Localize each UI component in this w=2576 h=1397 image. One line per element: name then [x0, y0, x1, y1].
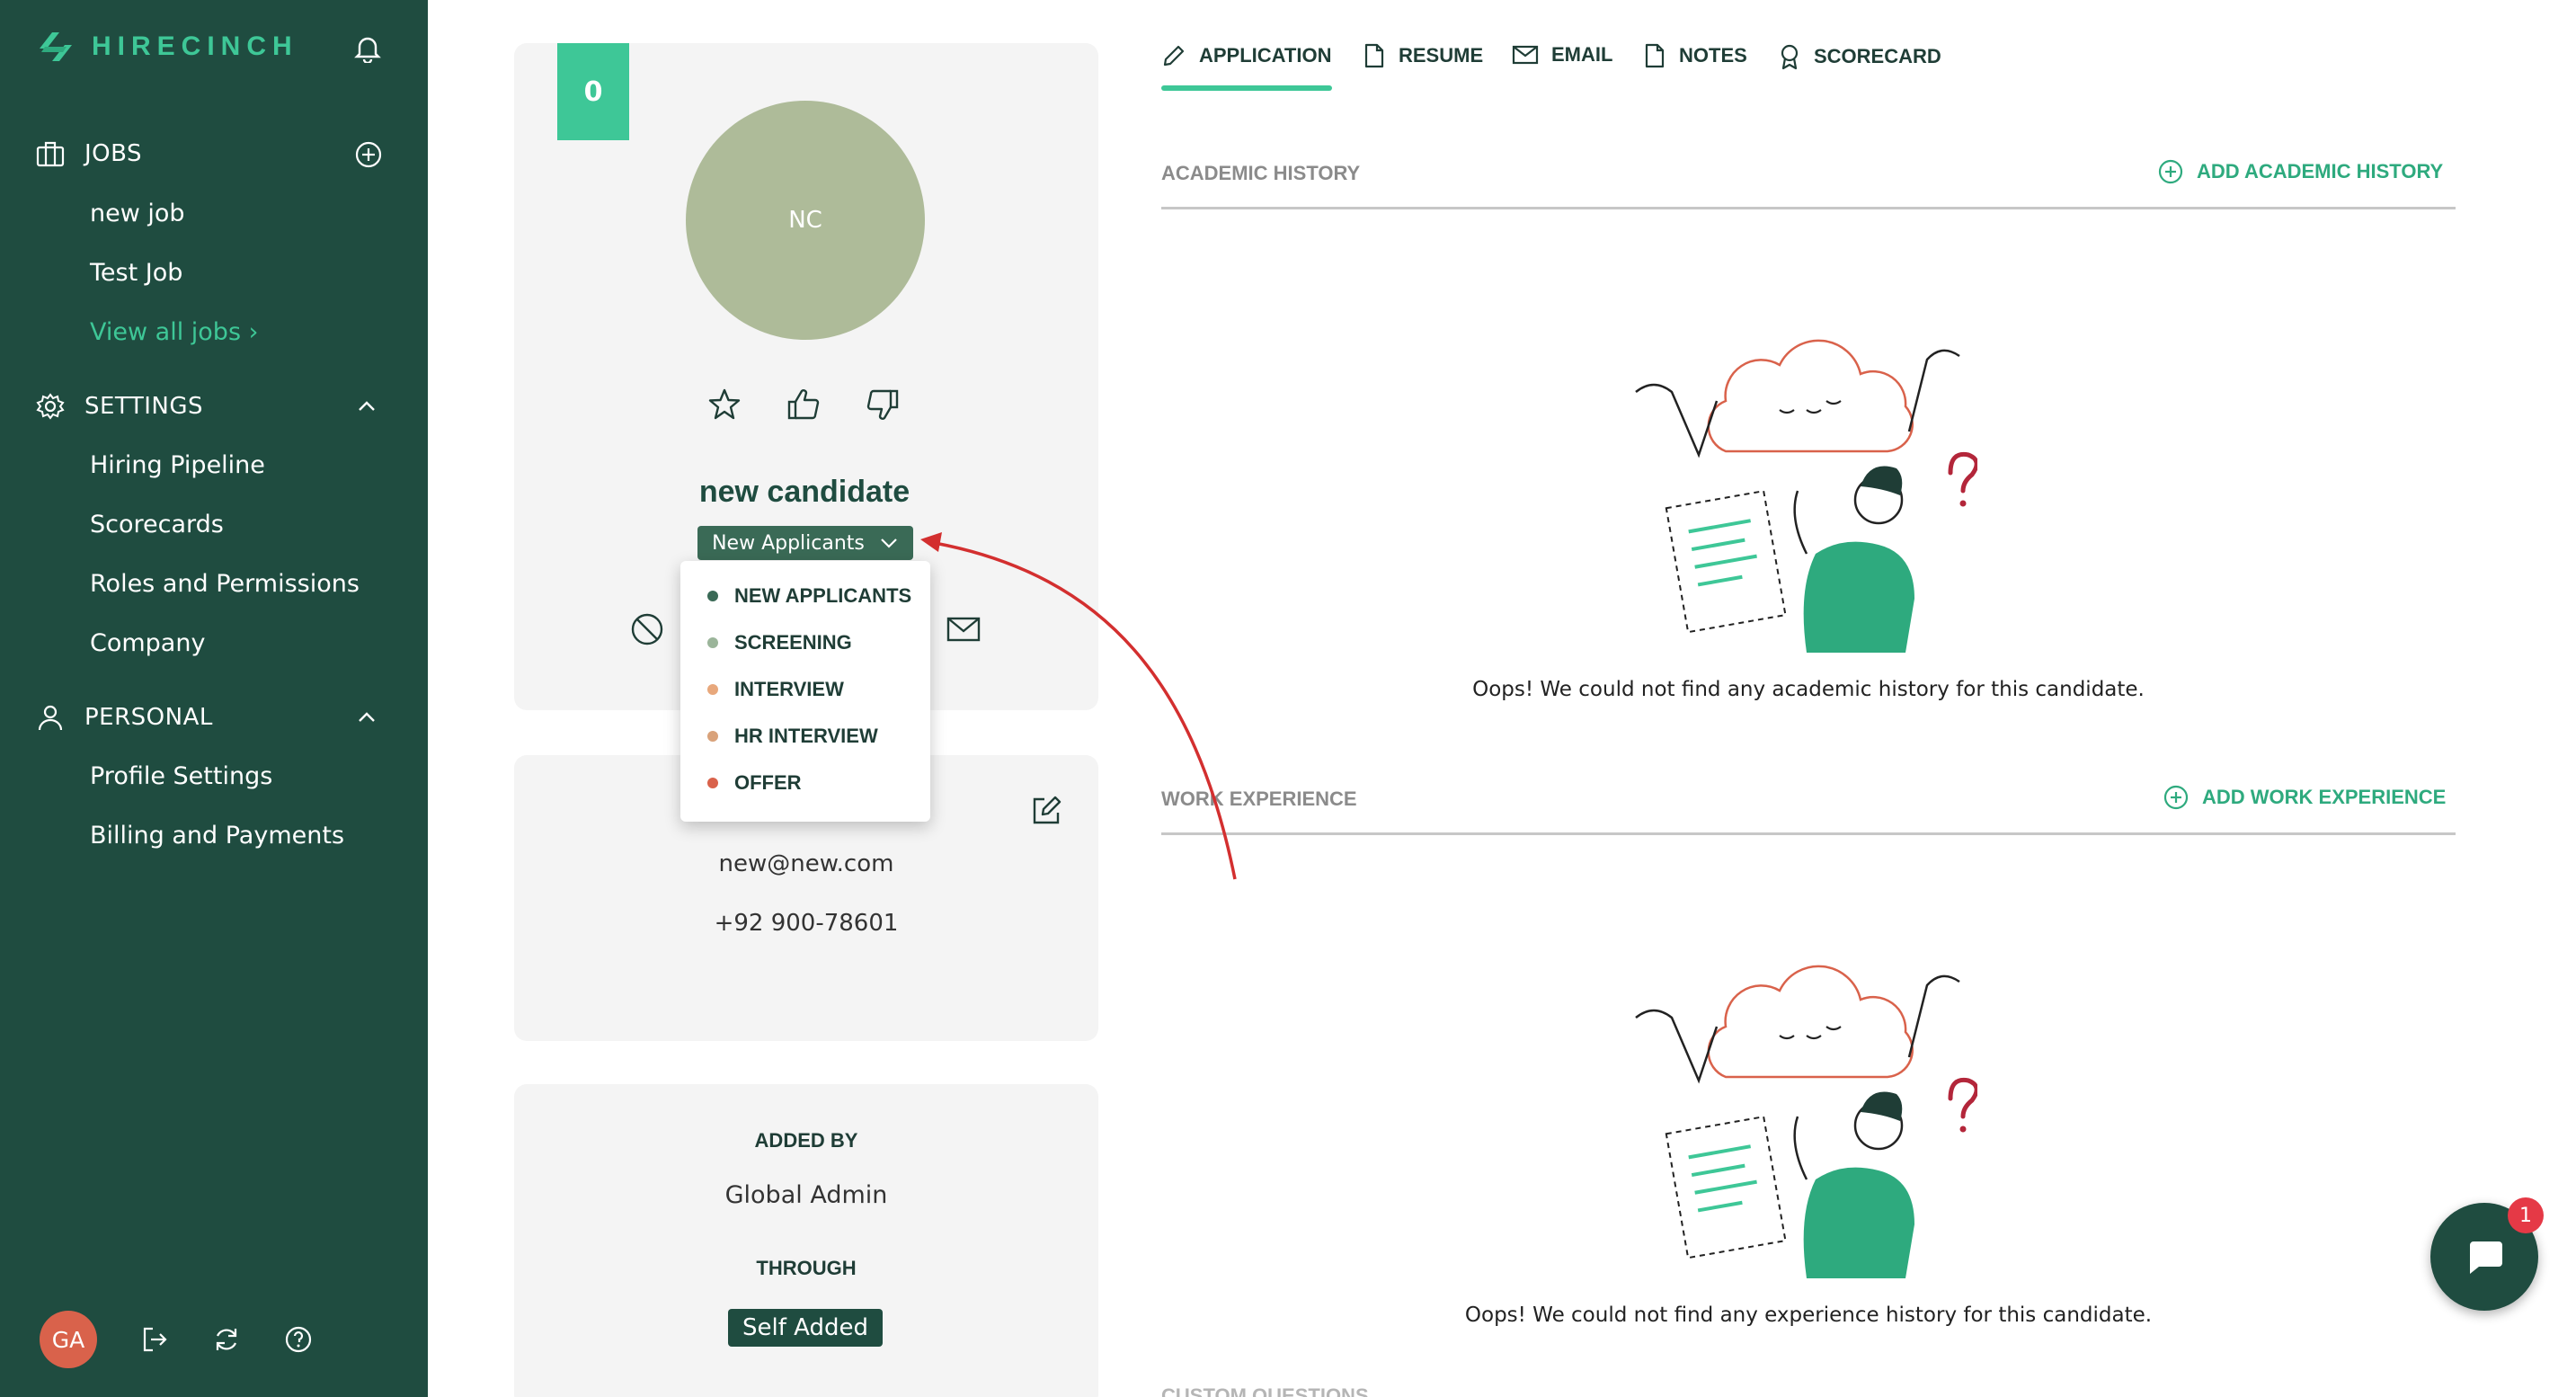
tab-resume[interactable]: RESUME — [1363, 43, 1483, 68]
mail-icon[interactable] — [946, 611, 982, 647]
stage-option-new-applicants[interactable]: NEW APPLICANTS — [707, 584, 911, 608]
document-icon — [1364, 43, 1384, 68]
stage-option-label: INTERVIEW — [734, 678, 844, 700]
chevron-up-icon[interactable] — [354, 397, 379, 415]
tab-label: NOTES — [1679, 44, 1747, 67]
pencil-icon — [1163, 45, 1185, 67]
tab-label: RESUME — [1399, 44, 1484, 67]
candidate-name: new candidate — [698, 475, 910, 509]
chevron-down-icon — [881, 538, 897, 548]
logo[interactable]: HIRECINCH — [36, 27, 298, 67]
stage-dot — [707, 731, 718, 742]
section-divider — [1161, 832, 2456, 835]
sidebar-item-test-job[interactable]: Test Job — [90, 259, 182, 287]
work-empty-message: Oops! We could not find any experience h… — [1464, 1304, 2153, 1327]
nav-personal[interactable]: PERSONAL — [36, 703, 213, 732]
award-icon — [1781, 44, 1799, 70]
thumbs-down-icon[interactable] — [865, 387, 901, 423]
stage-dot — [707, 637, 718, 648]
tab-notes[interactable]: NOTES — [1643, 43, 1747, 68]
candidate-phone: +92 900-78601 — [714, 910, 899, 937]
academic-empty-message: Oops! We could not find any academic his… — [1472, 678, 2145, 701]
through-label: THROUGH — [756, 1257, 857, 1279]
tab-scorecard[interactable]: SCORECARD — [1778, 43, 1941, 70]
help-icon[interactable] — [284, 1325, 313, 1354]
bell-icon[interactable] — [354, 34, 381, 63]
sidebar-item-roles-permissions[interactable]: Roles and Permissions — [90, 570, 360, 598]
view-all-jobs-link[interactable]: View all jobs › — [90, 318, 258, 346]
sidebar-item-scorecards[interactable]: Scorecards — [90, 511, 224, 538]
plus-circle-icon — [2163, 785, 2189, 810]
work-experience-title: WORK EXPERIENCE — [1161, 787, 1357, 810]
refresh-icon[interactable] — [212, 1325, 241, 1354]
empty-state-illustration — [1635, 965, 1977, 1278]
active-tab-indicator — [1161, 85, 1332, 91]
tab-application[interactable]: APPLICATION — [1161, 43, 1331, 68]
chat-bubble-icon — [2470, 1241, 2502, 1274]
tab-email[interactable]: EMAIL — [1512, 43, 1612, 67]
stage-dot — [707, 684, 718, 695]
tab-label: EMAIL — [1551, 43, 1613, 66]
logo-icon — [40, 32, 72, 61]
nav-personal-label: PERSONAL — [84, 704, 213, 731]
logout-icon[interactable] — [140, 1325, 169, 1354]
nav-jobs-label: JOBS — [84, 140, 143, 167]
briefcase-icon — [36, 141, 65, 167]
through-badge: Self Added — [728, 1309, 883, 1347]
thumbs-up-icon[interactable] — [786, 387, 822, 423]
block-icon[interactable] — [629, 611, 665, 647]
star-icon[interactable] — [706, 387, 742, 423]
mail-icon — [1512, 45, 1539, 65]
stage-option-label: HR INTERVIEW — [734, 725, 878, 747]
chevron-up-icon[interactable] — [354, 708, 379, 726]
tab-label: APPLICATION — [1199, 44, 1332, 67]
stage-dropdown-menu: NEW APPLICANTS SCREENING INTERVIEW HR IN… — [680, 561, 930, 822]
sidebar: HIRECINCH JOBS new job Test Job View all… — [0, 0, 428, 1397]
custom-questions-title: CUSTOM QUESTIONS — [1161, 1384, 1369, 1397]
add-link-label: ADD WORK EXPERIENCE — [2202, 786, 2447, 808]
sidebar-item-new-job[interactable]: new job — [90, 200, 185, 227]
tab-label: SCORECARD — [1814, 45, 1941, 67]
nav-settings-label: SETTINGS — [84, 393, 204, 420]
nav-settings[interactable]: SETTINGS — [36, 392, 203, 421]
stage-select-value: New Applicants — [712, 531, 865, 555]
gear-icon — [36, 393, 65, 420]
section-divider — [1161, 207, 2456, 209]
add-work-experience-button[interactable]: ADD WORK EXPERIENCE — [2163, 784, 2446, 811]
add-link-label: ADD ACADEMIC HISTORY — [2197, 160, 2444, 182]
add-academic-history-button[interactable]: ADD ACADEMIC HISTORY — [2157, 158, 2443, 185]
stage-option-label: OFFER — [734, 771, 802, 794]
stage-option-offer[interactable]: OFFER — [707, 771, 802, 795]
stage-option-label: SCREENING — [734, 631, 852, 654]
stage-option-label: NEW APPLICANTS — [734, 584, 912, 607]
sidebar-item-company[interactable]: Company — [90, 629, 205, 657]
candidate-avatar: NC — [686, 101, 925, 340]
stage-dot — [707, 591, 718, 601]
app-name: HIRECINCH — [92, 31, 298, 61]
stage-option-hr-interview[interactable]: HR INTERVIEW — [707, 725, 878, 748]
stage-option-interview[interactable]: INTERVIEW — [707, 678, 844, 701]
user-icon — [38, 705, 63, 731]
document-icon — [1645, 43, 1665, 68]
stage-select[interactable]: New Applicants — [697, 526, 913, 560]
empty-state-illustration — [1635, 339, 1977, 653]
sidebar-item-billing[interactable]: Billing and Payments — [90, 822, 344, 850]
unread-badge: 1 — [2508, 1197, 2544, 1233]
added-by-value: Global Admin — [724, 1181, 888, 1209]
score-badge: 0 — [557, 43, 629, 140]
stage-option-screening[interactable]: SCREENING — [707, 631, 852, 654]
stage-dot — [707, 778, 718, 788]
sidebar-item-profile-settings[interactable]: Profile Settings — [90, 762, 272, 790]
nav-jobs[interactable]: JOBS — [36, 140, 142, 167]
add-job-icon[interactable] — [354, 140, 383, 169]
academic-history-title: ACADEMIC HISTORY — [1161, 162, 1361, 184]
edit-icon[interactable] — [1030, 795, 1062, 827]
added-by-label: ADDED BY — [754, 1129, 858, 1152]
plus-circle-icon — [2158, 159, 2183, 184]
user-avatar[interactable]: GA — [40, 1311, 97, 1368]
candidate-email[interactable]: new@new.com — [514, 850, 1098, 877]
